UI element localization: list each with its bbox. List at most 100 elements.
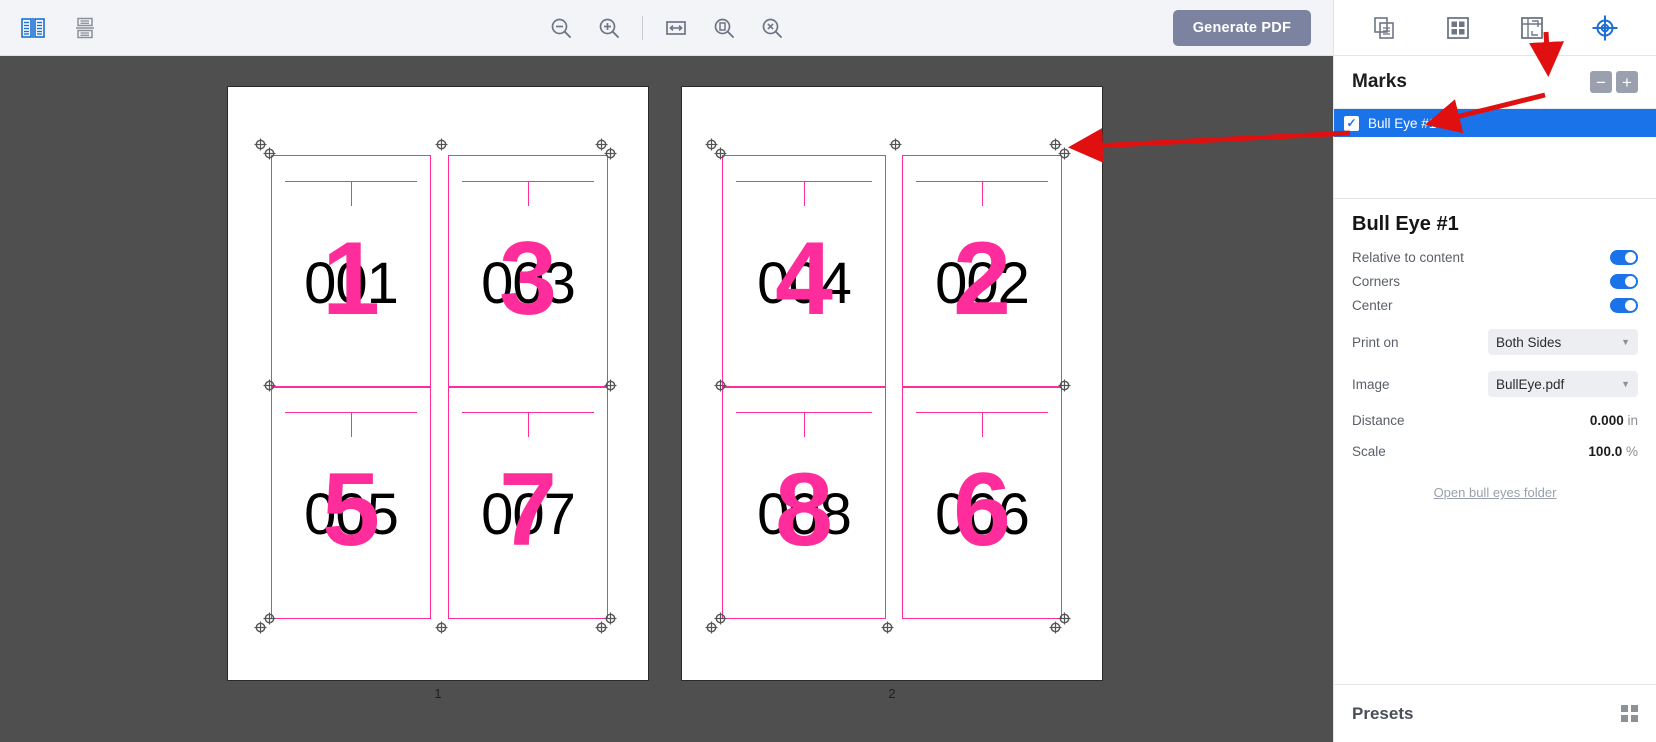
sheet-2-wrapper: 004 4 002 2 008 8 006 6 2 [681,86,1103,701]
center-toggle[interactable] [1610,298,1638,313]
cell-numbers: 002 2 [903,227,1061,331]
relative-to-content-toggle[interactable] [1610,250,1638,265]
print-on-select[interactable]: Both Sides ▼ [1488,329,1638,355]
bullseye-mark-icon [604,612,616,624]
toolbar-zoom-group [0,0,1333,56]
presets-title: Presets [1352,703,1414,723]
bullseye-mark-icon [705,621,717,633]
bullseye-mark-icon [1058,379,1070,391]
sheet-1[interactable]: 001 1 003 3 005 5 007 7 [227,86,649,681]
property-print-on: Print on Both Sides ▼ [1352,329,1638,355]
cell-2-1[interactable]: 004 4 [722,155,886,388]
property-label: Relative to content [1352,250,1464,265]
bullseye-mark-icon [1058,147,1070,159]
cell-pink-number: 2 [953,220,1011,337]
distance-value: 0.000 [1589,413,1624,428]
cell-pink-number: 7 [499,451,557,568]
cell-pink-number: 8 [775,451,833,568]
mark-label: Bull Eye #1 [1368,115,1437,131]
bullseye-mark-icon [435,621,447,633]
cell-2-4[interactable]: 006 6 [902,386,1062,619]
property-label: Distance [1352,413,1405,428]
cell-numbers: 004 4 [723,227,885,331]
scale-value: 100.0 [1588,444,1623,459]
property-label: Scale [1352,444,1386,459]
sidebar-tab-bar [1334,0,1656,56]
property-relative-to-content: Relative to content [1352,250,1638,265]
cell-2-2[interactable]: 002 2 [902,155,1062,388]
bullseye-mark-icon [435,138,447,150]
two-page-spread-icon[interactable] [18,13,48,43]
property-label: Print on [1352,334,1399,350]
right-sidebar: Marks − + ✓ Bull Eye #1 Bull Eye #1 Rela… [1333,0,1656,742]
image-value: BullEye.pdf [1496,376,1565,392]
save-sheet-icon[interactable] [70,13,100,43]
remove-mark-button[interactable]: − [1590,71,1612,93]
chevron-down-icon: ▼ [1621,337,1630,347]
registration-line-vertical [528,412,529,437]
marks-actions: − + [1590,71,1638,93]
property-image: Image BullEye.pdf ▼ [1352,371,1638,397]
imposition-canvas[interactable]: 001 1 003 3 005 5 007 7 1 004 4 002 2 00… [0,56,1333,742]
registration-line-vertical [804,412,805,437]
bullseye-mark-icon [889,138,901,150]
mark-properties-panel: Bull Eye #1 Relative to content Corners … [1334,199,1656,684]
top-toolbar: Generate PDF [0,0,1333,56]
toolbar-right-group: Generate PDF [1172,0,1333,56]
mark-checkbox[interactable]: ✓ [1344,115,1359,131]
cell-pink-number: 1 [322,220,380,337]
sheet-2[interactable]: 004 4 002 2 008 8 006 6 [681,86,1103,681]
property-center: Center [1352,298,1638,313]
registration-line-vertical [982,412,983,437]
editor-area: Generate PDF 001 1 003 3 005 5 007 7 1 0… [0,0,1333,742]
marks-header: Marks − + [1334,56,1656,108]
cell-numbers: 006 6 [903,458,1061,562]
marks-list-item-bull-eye-1[interactable]: ✓ Bull Eye #1 [1334,109,1656,137]
chevron-down-icon: ▼ [1621,379,1630,389]
bullseye-mark-icon [263,379,275,391]
zoom-out-icon[interactable] [546,13,576,43]
sheet-2-page-label: 2 [888,686,896,701]
scale-value-group[interactable]: 100.0 % [1588,444,1638,459]
cell-1-3[interactable]: 005 5 [271,386,431,619]
registration-line-vertical [982,181,983,206]
fit-page-icon[interactable] [709,13,739,43]
app-root: Generate PDF 001 1 003 3 005 5 007 7 1 0… [0,0,1656,742]
fit-width-icon[interactable] [661,13,691,43]
sheet-1-page-label: 1 [434,686,442,701]
cell-numbers: 003 3 [449,227,607,331]
zoom-reset-icon[interactable] [757,13,787,43]
sidebar-item-pages[interactable] [1365,8,1405,48]
sidebar-item-imposition-grid[interactable] [1438,8,1478,48]
cell-numbers: 001 1 [272,227,430,331]
cell-pink-number: 3 [499,220,557,337]
generate-pdf-button[interactable]: Generate PDF [1172,10,1311,46]
cell-1-1[interactable]: 001 1 [271,155,431,388]
cell-pink-number: 6 [953,451,1011,568]
presets-grid-icon[interactable] [1621,705,1638,722]
registration-line-vertical [804,181,805,206]
sidebar-item-layout-flow[interactable] [1512,8,1552,48]
corners-toggle[interactable] [1610,274,1638,289]
image-select[interactable]: BullEye.pdf ▼ [1488,371,1638,397]
add-mark-button[interactable]: + [1616,71,1638,93]
cell-2-3[interactable]: 008 8 [722,386,886,619]
scale-unit: % [1625,444,1638,459]
distance-value-group[interactable]: 0.000 in [1590,413,1638,428]
cell-numbers: 007 7 [449,458,607,562]
property-label: Center [1352,298,1393,313]
open-bull-eyes-folder-link[interactable]: Open bull eyes folder [1352,485,1638,500]
property-label: Corners [1352,274,1401,289]
marks-list-empty-space [1334,137,1656,199]
registration-line-vertical [351,412,352,437]
zoom-in-icon[interactable] [594,13,624,43]
bullseye-mark-icon [604,147,616,159]
registration-line-vertical [351,181,352,206]
property-label: Image [1352,376,1390,392]
bullseye-mark-icon [604,379,616,391]
cell-numbers: 008 8 [723,458,885,562]
cell-1-2[interactable]: 003 3 [448,155,608,388]
bullseye-mark-icon [705,138,717,150]
sidebar-item-marks[interactable] [1585,8,1625,48]
cell-1-4[interactable]: 007 7 [448,386,608,619]
